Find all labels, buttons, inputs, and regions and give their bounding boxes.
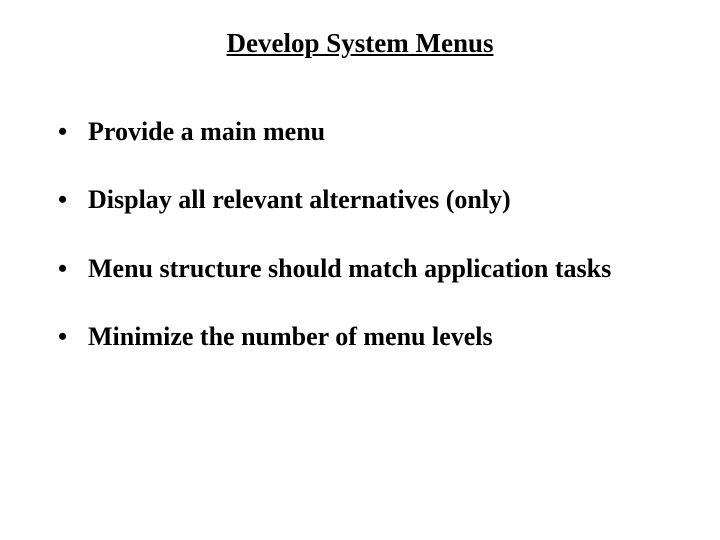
bullet-list: Provide a main menu Display all relevant… [0,101,720,369]
list-item: Menu structure should match application … [58,238,690,300]
slide-title: Develop System Menus [0,28,720,59]
slide: Develop System Menus Provide a main menu… [0,0,720,540]
list-item: Provide a main menu [58,101,690,163]
list-item: Minimize the number of menu levels [58,306,690,368]
list-item: Display all relevant alternatives (only) [58,169,690,231]
